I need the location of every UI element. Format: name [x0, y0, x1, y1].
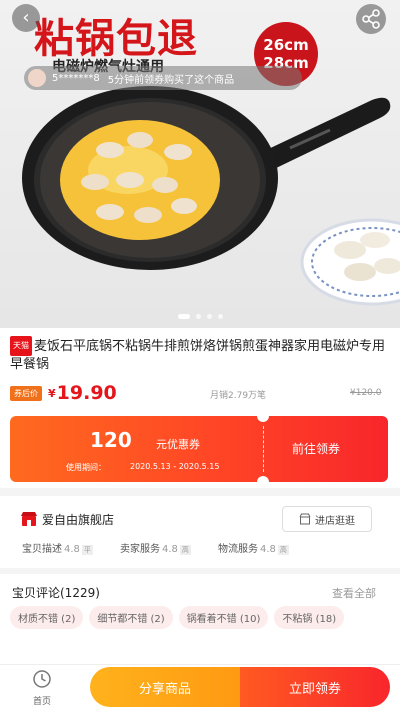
rating-level: 高	[179, 545, 191, 555]
reviews-section: 宝贝评论(1229) 查看全部 材质不错 (2) 细节都不错 (2) 锅看着不错…	[0, 574, 400, 664]
enter-shop-label: 进店逛逛	[315, 515, 355, 527]
ticker-message: 5分钟前领券购买了这个商品	[107, 74, 235, 86]
purchase-ticker: 5*******8 5分钟前领券购买了这个商品	[24, 66, 302, 90]
coupon-divider	[263, 426, 264, 472]
view-all-reviews-link[interactable]: 查看全部	[332, 585, 376, 601]
product-title: 天猫 麦饭石平底锅不粘锅牛排煎饼烙饼锅煎蛋神器家用电磁炉专用早餐锅	[10, 336, 390, 374]
coupon-date-label: 使用期间：	[66, 463, 106, 472]
price: 19.90	[56, 382, 117, 404]
product-title-text: 麦饭石平底锅不粘锅牛排煎饼烙饼锅煎蛋神器家用电磁炉专用早餐锅	[10, 339, 386, 372]
rating-label: 宝贝描述	[22, 544, 62, 555]
shop-section: 爱自由旗舰店 进店逛逛 宝贝描述 4.8 平 卖家服务 4.8 高 物流服务 4.8 高	[0, 496, 400, 568]
price-row: 券后价 ¥ 19.90	[10, 382, 390, 404]
size-26: 26cm	[263, 36, 309, 54]
review-tags: 材质不错 (2) 细节都不错 (2) 锅看着不错 (10) 不粘锅 (18)	[10, 606, 394, 629]
review-tag[interactable]: 锅看着不错 (10)	[178, 606, 269, 629]
share-product-button[interactable]: 分享商品	[90, 667, 240, 707]
carousel-dot	[177, 314, 190, 319]
carousel-indicator	[0, 314, 400, 319]
rating-level: 高	[277, 545, 289, 555]
enter-shop-button[interactable]: 进店逛逛	[282, 506, 372, 532]
rating-score: 4.8	[162, 544, 178, 555]
reviews-title: 宝贝评论(1229)	[12, 586, 100, 600]
rating-level: 平	[81, 545, 93, 555]
review-tag[interactable]: 不粘锅 (18)	[274, 606, 345, 629]
carousel-dot	[217, 314, 223, 319]
share-icon	[362, 9, 380, 29]
review-tag[interactable]: 细节都不错 (2)	[89, 606, 173, 629]
back-button[interactable]: ‹	[12, 4, 40, 32]
home-label: 首页	[32, 697, 51, 707]
share-button[interactable]	[356, 4, 386, 34]
shop-name[interactable]: 爱自由旗舰店	[42, 511, 114, 528]
coupon-section: 120 元优惠券 使用期间： 2020.5.13 - 2020.5.15 前往领…	[0, 410, 400, 488]
rating-score: 4.8	[64, 544, 80, 555]
review-tag[interactable]: 材质不错 (2)	[10, 606, 84, 629]
coupon-unit: 元优惠券	[156, 438, 200, 451]
chevron-left-icon: ‹	[22, 7, 30, 28]
monthly-sales: 月销2.79万笔	[210, 391, 267, 401]
carousel-dot	[206, 314, 212, 319]
rating-label: 卖家服务	[120, 544, 160, 555]
rating-label: 物流服务	[218, 544, 258, 555]
coupon-card[interactable]: 120 元优惠券 使用期间： 2020.5.13 - 2020.5.15 前往领…	[10, 416, 388, 482]
coupon-notch	[257, 476, 269, 482]
product-image-carousel[interactable]: 粘锅包退 电磁炉燃气灶通用 26cm 28cm ‹ 5*******8 5分钟前…	[0, 0, 400, 328]
shop-icon	[21, 512, 37, 526]
coupon-amount: 120	[90, 428, 132, 452]
avatar	[28, 69, 46, 87]
clock-icon	[33, 670, 51, 688]
price-label: 券后价	[10, 385, 42, 401]
claim-coupon-button[interactable]: 立即领券	[240, 667, 390, 707]
currency-symbol: ¥	[48, 386, 56, 400]
product-info: 天猫 麦饭石平底锅不粘锅牛排煎饼烙饼锅煎蛋神器家用电磁炉专用早餐锅 券后价 ¥ 1…	[0, 328, 400, 410]
rating-score: 4.8	[260, 544, 276, 555]
go-claim-coupon-button[interactable]: 前往领券	[292, 440, 340, 457]
store-icon	[299, 513, 311, 525]
rating-description: 宝贝描述 4.8 平	[22, 540, 93, 555]
bottom-action-bar: 首页 分享商品 立即领券	[0, 664, 400, 710]
home-tab[interactable]: 首页	[20, 669, 64, 707]
ticker-user: 5*******8	[52, 72, 100, 84]
carousel-dot	[195, 314, 201, 319]
coupon-date-range: 2020.5.13 - 2020.5.15	[130, 462, 220, 471]
tmall-badge: 天猫	[10, 336, 32, 356]
rating-logistics: 物流服务 4.8 高	[218, 540, 289, 555]
coupon-notch	[257, 416, 269, 422]
original-price: ¥120.0	[350, 388, 382, 398]
rating-seller-service: 卖家服务 4.8 高	[120, 540, 191, 555]
